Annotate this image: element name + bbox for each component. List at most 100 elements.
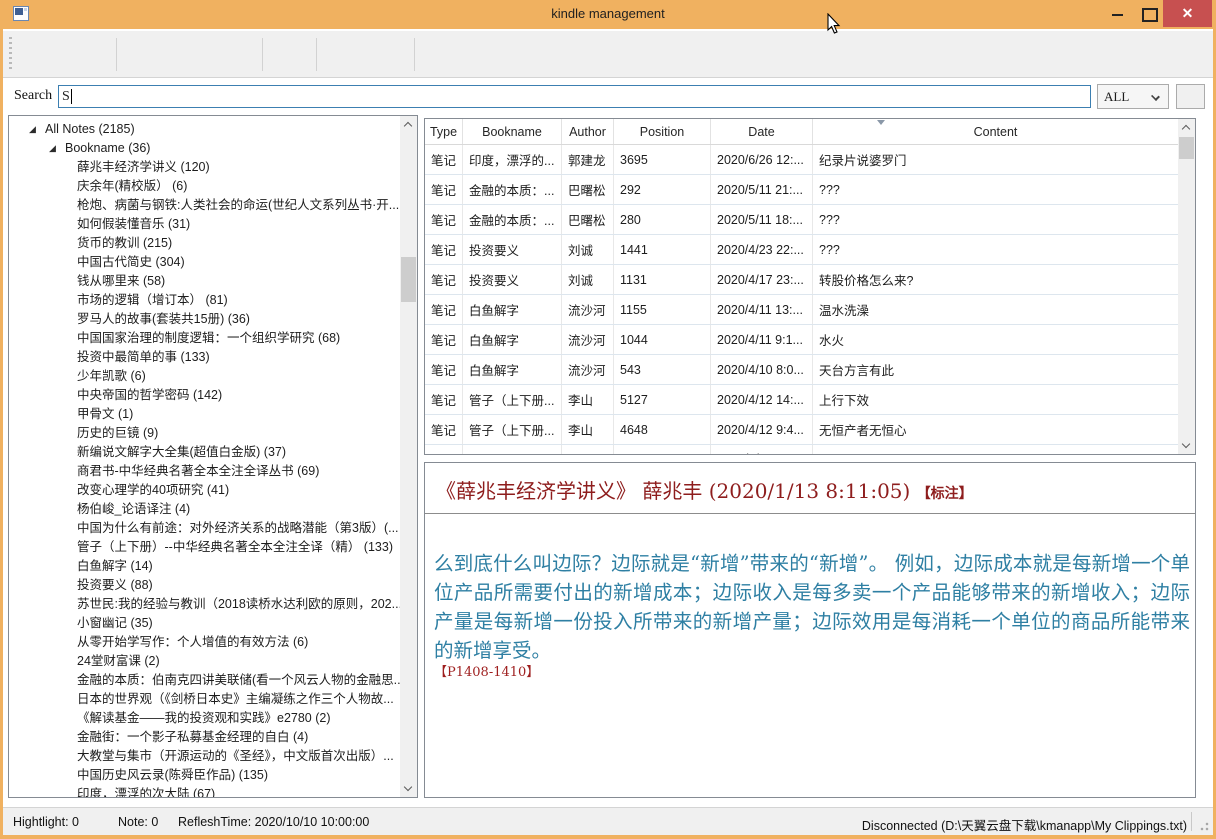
table-row[interactable]: 笔记管子（上下册...李山51272020/4/12 14:...上行下效 (425, 385, 1178, 415)
tree-item-book[interactable]: 中国国家治理的制度逻辑：一个组织学研究 (68) (9, 329, 400, 348)
search-button[interactable] (1176, 84, 1205, 109)
tree-item-book[interactable]: 小窗幽记 (35) (9, 614, 400, 633)
column-header-author[interactable]: Author (562, 119, 614, 144)
table-row[interactable]: 笔记金融的本质：...巴曙松2802020/5/11 18:...??? (425, 205, 1178, 235)
tree-item-book[interactable]: 货币的教训 (215) (9, 234, 400, 253)
tree-item-book[interactable]: 改变心理学的40项研究 (41) (9, 481, 400, 500)
scroll-down-icon[interactable] (1178, 437, 1195, 454)
search-input[interactable]: S (58, 85, 1091, 108)
column-header-position[interactable]: Position (614, 119, 711, 144)
table-header[interactable]: TypeBooknameAuthorPositionDateContent (425, 119, 1178, 145)
cell-content: 管仲思想 (813, 445, 1178, 454)
tree-item-book[interactable]: 如何假装懂音乐 (31) (9, 215, 400, 234)
tree-item-book[interactable]: 罗马人的故事(套装共15册) (36) (9, 310, 400, 329)
detail-tag: 【标注】 (917, 486, 973, 502)
cell-date: 2020/4/23 22:... (711, 235, 813, 264)
resize-grip[interactable] (1197, 819, 1209, 831)
table-row[interactable]: 笔记管子（上下册...李山45772020/4/12 9:4...管仲思想 (425, 445, 1178, 454)
cell-position: 4648 (614, 415, 711, 444)
cell-type: 笔记 (425, 415, 463, 444)
table-row[interactable]: 笔记投资要义刘诚14412020/4/23 22:...??? (425, 235, 1178, 265)
tree-item-book[interactable]: 大教堂与集市（开源运动的《圣经》，中文版首次出版）... (9, 747, 400, 766)
tree-scrollbar-thumb[interactable] (401, 257, 416, 302)
tree-item-book[interactable]: 投资中最简单的事 (133) (9, 348, 400, 367)
tree-item-book[interactable]: 杨伯峻_论语译注 (4) (9, 500, 400, 519)
cell-position: 5127 (614, 385, 711, 414)
search-row: Search S ALL (3, 83, 1213, 111)
cell-bookname: 金融的本质：... (463, 205, 562, 234)
tree-item-book[interactable]: 中国为什么有前途：对外经济关系的战略潜能（第3版）(... (9, 519, 400, 538)
cell-date: 2020/4/11 13:... (711, 295, 813, 324)
close-button[interactable]: ✕ (1163, 0, 1212, 27)
tree-item-book[interactable]: 中央帝国的哲学密码 (142) (9, 386, 400, 405)
statusbar: Hightlight: 0 Note: 0 RefleshTime: 2020/… (3, 807, 1213, 835)
tree-item-book[interactable]: 市场的逻辑（增订本） (81) (9, 291, 400, 310)
window-border-bottom (0, 835, 1216, 839)
tree-item-book[interactable]: 中国古代简史 (304) (9, 253, 400, 272)
tree-item-book[interactable]: 印度，漂浮的次大陆 (67) (9, 785, 400, 798)
sort-indicator-icon (877, 120, 885, 125)
tree-item-book[interactable]: 投资要义 (88) (9, 576, 400, 595)
tree-item-book[interactable]: 少年凯歌 (6) (9, 367, 400, 386)
tree-item-bookname[interactable]: ◢ Bookname (36) (9, 139, 400, 158)
cell-date: 2020/5/11 21:... (711, 175, 813, 204)
cell-bookname: 金融的本质：... (463, 175, 562, 204)
cell-bookname: 管子（上下册... (463, 415, 562, 444)
tree-item-book[interactable]: 《解读基金——我的投资观和实践》e2780 (2) (9, 709, 400, 728)
cell-date: 2020/4/10 8:0... (711, 355, 813, 384)
filter-dropdown[interactable]: ALL (1097, 84, 1169, 109)
scroll-up-icon[interactable] (400, 116, 417, 133)
table-row[interactable]: 笔记白鱼解字流沙河10442020/4/11 9:1...水火 (425, 325, 1178, 355)
table-scrollbar[interactable] (1178, 119, 1195, 454)
cell-bookname: 印度，漂浮的... (463, 145, 562, 174)
table-row[interactable]: 笔记金融的本质：...巴曙松2922020/5/11 21:...??? (425, 175, 1178, 205)
tree-item-book[interactable]: 庆余年(精校版） (6) (9, 177, 400, 196)
cell-author: 刘诚 (562, 265, 614, 294)
cell-type: 笔记 (425, 385, 463, 414)
column-header-content[interactable]: Content (813, 119, 1178, 144)
toolbar-separator (262, 38, 263, 71)
detail-body: 么到底什么叫边际？边际就是“新增”带来的“新增”。 例如，边际成本就是每新增一个… (434, 549, 1190, 681)
tree-expander-icon[interactable]: ◢ (29, 120, 36, 139)
scroll-up-icon[interactable] (1178, 119, 1195, 136)
tree-item-book[interactable]: 枪炮、病菌与钢铁:人类社会的命运(世纪人文系列丛书·开... (9, 196, 400, 215)
tree-item-book[interactable]: 苏世民:我的经验与教训（2018读桥水达利欧的原则，202... (9, 595, 400, 614)
tree-item-book[interactable]: 甲骨文 (1) (9, 405, 400, 424)
scroll-down-icon[interactable] (400, 780, 417, 797)
tree-item-book[interactable]: 日本的世界观（《剑桥日本史》主编凝练之作三个人物故... (9, 690, 400, 709)
table-row[interactable]: 笔记投资要义刘诚11312020/4/17 23:...转股价格怎么来? (425, 265, 1178, 295)
tree-item-book[interactable]: 24堂财富课 (2) (9, 652, 400, 671)
titlebar[interactable]: kindle management ✕ (0, 0, 1216, 29)
tree-item-book[interactable]: 商君书-中华经典名著全本全注全译丛书 (69) (9, 462, 400, 481)
tree-item-book[interactable]: 金融街：一个影子私募基金经理的自白 (4) (9, 728, 400, 747)
table-scrollbar-thumb[interactable] (1179, 137, 1194, 159)
cell-type: 笔记 (425, 235, 463, 264)
tree-item-book[interactable]: 薛兆丰经济学讲义 (120) (9, 158, 400, 177)
tree-expander-icon[interactable]: ◢ (49, 139, 56, 158)
tree-item-book[interactable]: 白鱼解字 (14) (9, 557, 400, 576)
tree-item-book[interactable]: 从零开始学写作：个人增值的有效方法 (6) (9, 633, 400, 652)
tree-scrollbar[interactable] (400, 116, 417, 797)
maximize-button[interactable] (1133, 0, 1163, 27)
cell-author: 流沙河 (562, 325, 614, 354)
tree-item-book[interactable]: 金融的本质：伯南克四讲美联储(看一个风云人物的金融思... (9, 671, 400, 690)
tree-item-all-notes[interactable]: ◢ All Notes (2185) (9, 120, 400, 139)
note-detail-panel: 《薛兆丰经济学讲义》 薛兆丰 (2020/1/13 8:11:05) 【标注】 … (424, 462, 1196, 798)
tree-item-book[interactable]: 中国历史风云录(陈舜臣作品) (135) (9, 766, 400, 785)
column-header-date[interactable]: Date (711, 119, 813, 144)
table-row[interactable]: 笔记管子（上下册...李山46482020/4/12 9:4...无恒产者无恒心 (425, 415, 1178, 445)
table-row[interactable]: 笔记白鱼解字流沙河11552020/4/11 13:...温水洗澡 (425, 295, 1178, 325)
toolbar-gripper[interactable] (9, 37, 12, 71)
column-header-type[interactable]: Type (425, 119, 463, 144)
table-row[interactable]: 笔记印度，漂浮的...郭建龙36952020/6/26 12:...纪录片说婆罗… (425, 145, 1178, 175)
cell-position: 543 (614, 355, 711, 384)
toolbar (3, 31, 1213, 78)
column-header-bookname[interactable]: Bookname (463, 119, 562, 144)
tree-item-book[interactable]: 历史的巨镜 (9) (9, 424, 400, 443)
cell-bookname: 管子（上下册... (463, 445, 562, 454)
minimize-button[interactable] (1103, 0, 1133, 27)
tree-item-book[interactable]: 新编说文解字大全集(超值白金版) (37) (9, 443, 400, 462)
table-row[interactable]: 笔记白鱼解字流沙河5432020/4/10 8:0...天台方言有此 (425, 355, 1178, 385)
tree-item-book[interactable]: 钱从哪里来 (58) (9, 272, 400, 291)
tree-item-book[interactable]: 管子（上下册）--中华经典名著全本全注全译（精） (133) (9, 538, 400, 557)
